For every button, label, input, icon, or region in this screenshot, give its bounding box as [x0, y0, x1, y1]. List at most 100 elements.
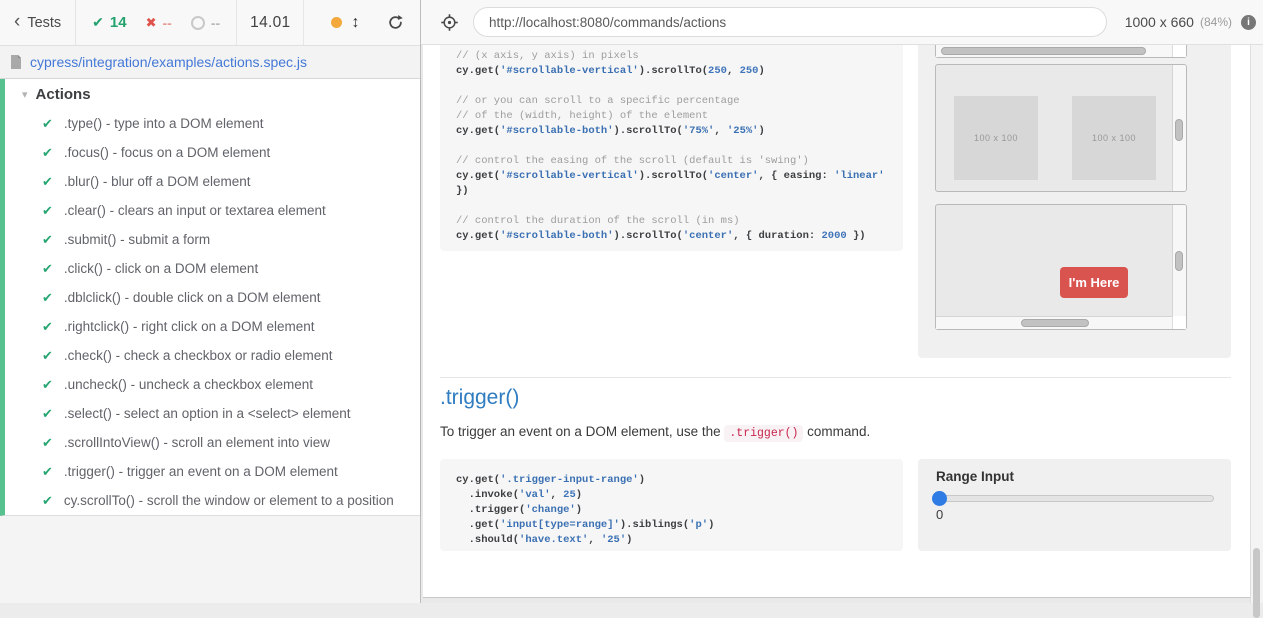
scrollable-vertical-box[interactable]: 100 x 100 100 x 100	[935, 64, 1187, 192]
test-stats: ✔ 14 ✖ -- --	[76, 0, 236, 45]
horizontal-scrollbar-thumb[interactable]	[941, 47, 1146, 55]
test-passed-check-icon: ✔	[42, 464, 53, 480]
viewport-info: 1000 x 660 (84%) i	[1125, 14, 1263, 30]
test-passed-check-icon: ✔	[42, 319, 53, 335]
chevron-left-icon: ‹	[14, 12, 20, 31]
test-row[interactable]: ✔ .clear() - clears an input or textarea…	[5, 196, 420, 225]
spec-file-bar: cypress/integration/examples/actions.spe…	[0, 46, 420, 79]
test-passed-check-icon: ✔	[42, 406, 53, 422]
range-slider-track[interactable]	[936, 495, 1214, 502]
test-row[interactable]: ✔ .scrollIntoView() - scroll an element …	[5, 428, 420, 457]
page-scrollbar-thumb[interactable]	[1253, 548, 1260, 618]
horizontal-scrollbar-thumb[interactable]	[1021, 319, 1089, 327]
test-title: .trigger() - trigger an event on a DOM e…	[64, 464, 338, 479]
test-title: .blur() - blur off a DOM element	[64, 174, 251, 189]
test-row[interactable]: ✔ .check() - check a checkbox or radio e…	[5, 341, 420, 370]
trigger-section-paragraph: To trigger an event on a DOM element, us…	[440, 424, 870, 440]
passed-check-icon: ✔	[92, 14, 104, 31]
viewport-size: 1000 x 660	[1125, 14, 1194, 30]
test-passed-check-icon: ✔	[42, 261, 53, 277]
suite-block: ▾ Actions ✔ .type() - type into a DOM el…	[0, 79, 420, 516]
aut-page: // (x axis, y axis) in pixelscy.get('#sc…	[423, 45, 1250, 598]
scrollbar-corner	[1172, 316, 1186, 329]
scrollable-both-box[interactable]: I'm Here	[935, 204, 1187, 330]
aut-pane: http://localhost:8080/commands/actions 1…	[421, 0, 1263, 603]
reporter-controls: ↕	[304, 0, 404, 45]
test-row[interactable]: ✔ .uncheck() - uncheck a checkbox elemen…	[5, 370, 420, 399]
horizontal-scrollbar-track[interactable]	[936, 316, 1172, 329]
url-address-bar[interactable]: http://localhost:8080/commands/actions	[473, 7, 1107, 37]
test-passed-check-icon: ✔	[42, 232, 53, 248]
horizontal-scrollbar-track[interactable]	[936, 45, 1172, 57]
scrollable-horizontal-box[interactable]	[935, 45, 1187, 58]
test-passed-check-icon: ✔	[42, 116, 53, 132]
test-row[interactable]: ✔ .type() - type into a DOM element	[5, 109, 420, 138]
scrollbar-corner	[1172, 45, 1186, 57]
inline-code-chip: .trigger()	[724, 425, 803, 442]
caret-down-icon: ▾	[22, 88, 28, 101]
test-passed-check-icon: ✔	[42, 377, 53, 393]
restart-tests-button[interactable]	[387, 14, 404, 31]
aut-stage: // (x axis, y axis) in pixelscy.get('#sc…	[421, 45, 1263, 603]
stat-pending: --	[191, 15, 220, 31]
test-row[interactable]: ✔ .trigger() - trigger an event on a DOM…	[5, 457, 420, 486]
auto-scroll-dot-icon	[331, 17, 342, 28]
pending-count: --	[211, 15, 220, 31]
paragraph-text: To trigger an event on a DOM element, us…	[440, 424, 724, 439]
test-passed-check-icon: ✔	[42, 348, 53, 364]
vertical-scrollbar-track[interactable]	[1172, 205, 1186, 316]
reporter-empty-area	[0, 516, 420, 603]
paragraph-text: command.	[803, 424, 870, 439]
viewport-scale: (84%)	[1200, 15, 1232, 29]
test-passed-check-icon: ✔	[42, 203, 53, 219]
page-scrollbar-track[interactable]	[1250, 45, 1263, 603]
test-row[interactable]: ✔ .click() - click on a DOM element	[5, 254, 420, 283]
section-divider	[440, 377, 1231, 378]
test-passed-check-icon: ✔	[42, 493, 53, 509]
test-title: .focus() - focus on a DOM element	[64, 145, 270, 160]
back-label: Tests	[27, 15, 61, 31]
selector-playground-button[interactable]	[440, 13, 459, 32]
test-row[interactable]: ✔ .focus() - focus on a DOM element	[5, 138, 420, 167]
test-row[interactable]: ✔ cy.scrollTo() - scroll the window or e…	[5, 486, 420, 515]
vertical-scrollbar-thumb[interactable]	[1175, 119, 1183, 141]
vertical-scrollbar-track[interactable]	[1172, 65, 1186, 191]
range-input-label: Range Input	[936, 469, 1014, 484]
test-row[interactable]: ✔ .submit() - submit a form	[5, 225, 420, 254]
reporter-pane: ‹ Tests ✔ 14 ✖ -- -- 14.01 ↕	[0, 0, 421, 603]
spec-file-link[interactable]: cypress/integration/examples/actions.spe…	[30, 54, 307, 70]
test-duration: 14.01	[236, 0, 304, 45]
range-slider-thumb[interactable]	[932, 491, 947, 506]
test-passed-check-icon: ✔	[42, 174, 53, 190]
test-row[interactable]: ✔ .dblclick() - double click on a DOM el…	[5, 283, 420, 312]
test-row[interactable]: ✔ .select() - select an option in a <sel…	[5, 399, 420, 428]
scrollto-code-block: // (x axis, y axis) in pixelscy.get('#sc…	[440, 45, 903, 251]
failed-x-icon: ✖	[146, 15, 157, 31]
trigger-section-heading[interactable]: .trigger()	[440, 386, 519, 410]
im-here-button[interactable]: I'm Here	[1060, 267, 1128, 298]
url-text: http://localhost:8080/commands/actions	[489, 15, 726, 30]
image-placeholder: 100 x 100	[954, 96, 1038, 180]
test-passed-check-icon: ✔	[42, 290, 53, 306]
back-to-tests-button[interactable]: ‹ Tests	[0, 0, 76, 45]
auto-scroll-toggle[interactable]: ↕	[351, 14, 359, 32]
suite-title: Actions	[36, 86, 91, 103]
test-title: .uncheck() - uncheck a checkbox element	[64, 377, 313, 392]
test-title: .dblclick() - double click on a DOM elem…	[64, 290, 321, 305]
crosshair-icon	[440, 13, 459, 32]
vertical-scrollbar-thumb[interactable]	[1175, 251, 1183, 271]
test-passed-check-icon: ✔	[42, 435, 53, 451]
test-row[interactable]: ✔ .rightclick() - right click on a DOM e…	[5, 312, 420, 341]
viewport-info-button[interactable]: i	[1241, 15, 1256, 30]
test-title: .scrollIntoView() - scroll an element in…	[64, 435, 330, 450]
suite-header-actions[interactable]: ▾ Actions	[5, 79, 420, 109]
passed-count: 14	[110, 14, 127, 31]
test-title: cy.scrollTo() - scroll the window or ele…	[64, 493, 394, 508]
test-row[interactable]: ✔ .blur() - blur off a DOM element	[5, 167, 420, 196]
scrollto-demo-panel: 100 x 100 100 x 100 I'm Here	[918, 45, 1231, 358]
test-title: .type() - type into a DOM element	[64, 116, 264, 131]
range-input-demo-panel: Range Input 0	[918, 459, 1231, 551]
refresh-icon	[387, 14, 404, 31]
test-list: ✔ .type() - type into a DOM element ✔ .f…	[5, 109, 420, 515]
test-title: .rightclick() - right click on a DOM ele…	[64, 319, 315, 334]
